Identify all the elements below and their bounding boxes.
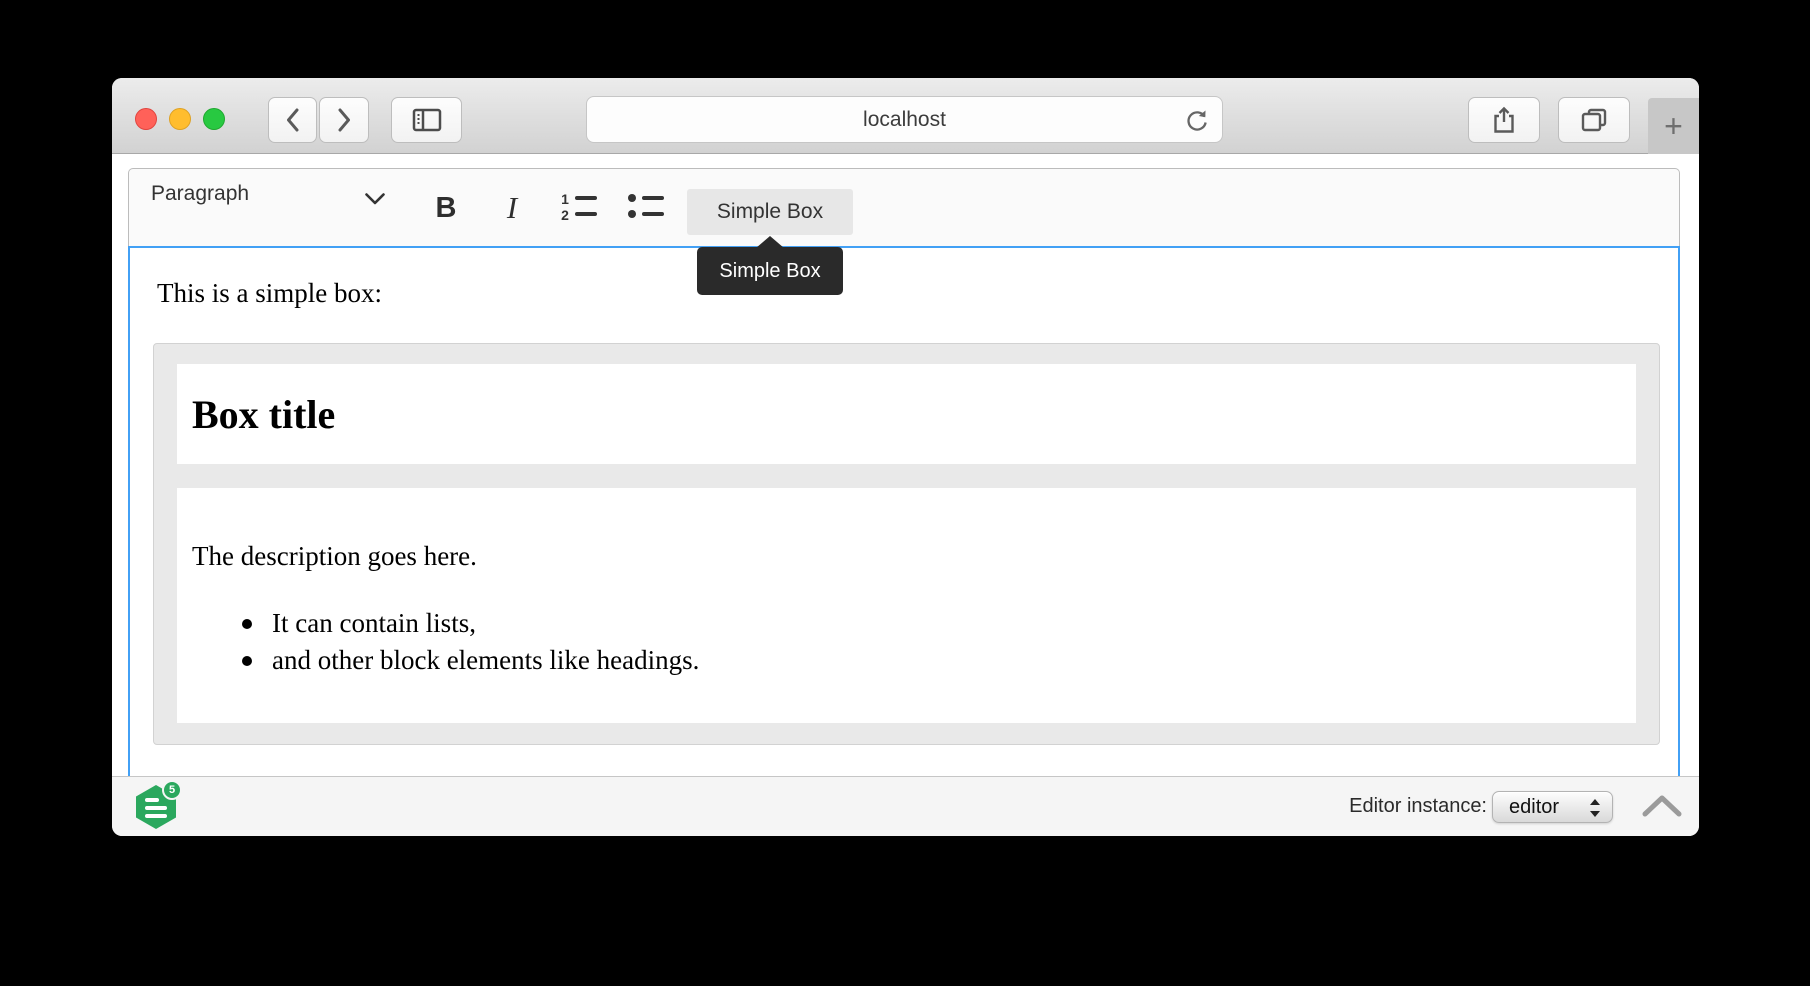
heading-dropdown-label[interactable]: Paragraph (151, 182, 249, 206)
forward-icon (337, 107, 352, 133)
simple-box-button[interactable]: Simple Box (687, 189, 853, 235)
select-arrows-icon (1590, 799, 1600, 817)
collapse-console-button[interactable] (1641, 794, 1683, 818)
italic-button[interactable]: I (495, 190, 529, 226)
numbered-list-icon: 2 (559, 207, 571, 223)
reload-icon[interactable] (1184, 107, 1210, 133)
chevron-down-icon[interactable] (364, 192, 386, 206)
simple-box-description-field[interactable]: The description goes here. It can contai… (177, 488, 1636, 723)
window-zoom-button[interactable] (203, 108, 225, 130)
forward-button[interactable] (319, 97, 369, 143)
back-icon (285, 107, 300, 133)
numbered-list-icon (575, 196, 597, 200)
tooltip-text: Simple Box (719, 260, 820, 282)
list-item-text[interactable]: It can contain lists, (272, 608, 476, 638)
triangle-up-icon (1590, 799, 1600, 805)
editor-instance-select[interactable]: editor (1492, 791, 1613, 823)
bulleted-list-button[interactable] (626, 193, 668, 223)
editor-instance-label: Editor instance: (1349, 795, 1487, 818)
share-button[interactable] (1468, 97, 1540, 143)
sidebar-toggle-button[interactable] (391, 97, 462, 143)
version-badge: 5 (162, 780, 182, 800)
sidebar-icon (412, 108, 442, 132)
logo-line (145, 806, 167, 810)
selected-instance: editor (1509, 796, 1559, 819)
show-all-tabs-button[interactable] (1558, 97, 1630, 143)
bulleted-list-icon (642, 212, 664, 216)
new-tab-icon: + (1664, 108, 1683, 145)
simple-box-title-field[interactable]: Box title (177, 364, 1636, 464)
status-bar: 5 Editor instance: editor (112, 776, 1699, 836)
screen: localhost + (0, 0, 1810, 986)
editor-toolbar: Paragraph B I 1 2 Simple Box (128, 168, 1680, 246)
simple-box-widget[interactable]: Box title The description goes here. It … (153, 343, 1660, 745)
window-minimize-button[interactable] (169, 108, 191, 130)
description-paragraph[interactable]: The description goes here. (192, 538, 1636, 575)
editor-editable-area[interactable]: This is a simple box: Box title The desc… (128, 246, 1680, 776)
description-list: It can contain lists, and other block el… (192, 605, 1636, 679)
bold-button[interactable]: B (429, 192, 463, 225)
logo-line (145, 814, 167, 818)
numbered-list-button[interactable]: 1 2 (559, 193, 601, 223)
bullet-icon (242, 656, 252, 666)
numbered-list-icon: 1 (559, 191, 571, 207)
tabs-icon (1580, 108, 1608, 132)
logo-line (145, 798, 159, 802)
browser-titlebar: localhost + (112, 78, 1699, 154)
window-close-button[interactable] (135, 108, 157, 130)
list-item[interactable]: and other block elements like headings. (192, 642, 1636, 679)
browser-window: localhost + (112, 78, 1699, 836)
bulleted-list-icon (628, 194, 636, 202)
triangle-down-icon (1590, 811, 1600, 817)
list-item[interactable]: It can contain lists, (192, 605, 1636, 642)
bullet-icon (242, 619, 252, 629)
bulleted-list-icon (628, 210, 636, 218)
share-icon (1491, 106, 1517, 134)
tooltip-caret (756, 236, 784, 248)
new-tab-button[interactable]: + (1648, 98, 1699, 154)
list-item-text[interactable]: and other block elements like headings. (272, 645, 699, 675)
numbered-list-icon (575, 212, 597, 216)
address-bar-url[interactable]: localhost (587, 97, 1222, 142)
intro-paragraph[interactable]: This is a simple box: (157, 278, 382, 309)
bulleted-list-icon (642, 196, 664, 200)
simple-box-tooltip: Simple Box (697, 247, 843, 295)
address-bar[interactable]: localhost (586, 96, 1223, 143)
back-button[interactable] (268, 97, 317, 143)
simple-box-title[interactable]: Box title (192, 391, 335, 438)
